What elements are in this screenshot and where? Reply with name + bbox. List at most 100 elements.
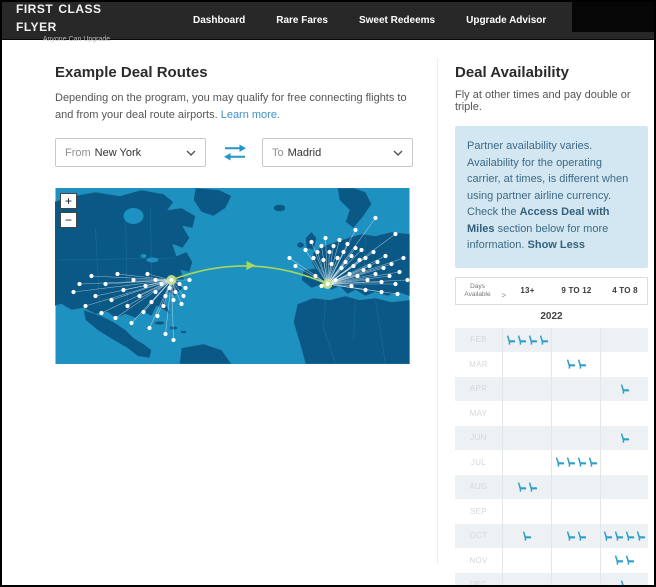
airport-dot <box>303 247 308 253</box>
logo[interactable]: First Class Flyer Anyone Can Upgrade <box>16 2 137 43</box>
airport-dot <box>309 239 314 245</box>
seat-icon <box>539 335 548 345</box>
availability-cell <box>502 425 551 450</box>
airport-dot <box>349 283 354 289</box>
show-less-toggle[interactable]: Show Less <box>528 239 585 251</box>
airport-dot <box>335 255 340 261</box>
header-arrow: > <box>501 291 506 300</box>
swap-route-button[interactable] <box>223 144 247 162</box>
availability-cell <box>600 572 648 585</box>
route-selects-row: From New York To Madrid <box>55 138 413 167</box>
seat-icon <box>625 555 635 565</box>
airport-dot <box>397 269 402 275</box>
table-row-apr: APR <box>455 376 648 401</box>
availability-cell <box>551 327 600 352</box>
top-navigation-bar: First Class Flyer Anyone Can Upgrade Das… <box>2 2 654 43</box>
to-airport-select[interactable]: To Madrid <box>262 138 413 167</box>
airport-dot <box>347 271 352 277</box>
seat-icon <box>577 359 586 369</box>
nav-item-rare-fares[interactable]: Rare Fares <box>276 15 328 26</box>
nav-item-upgrade-advisor[interactable]: Upgrade Advisor <box>466 15 546 26</box>
column-header-9to12: 9 TO 12 <box>561 286 592 295</box>
airport-dot <box>293 263 298 269</box>
availability-title: Deal Availability <box>455 64 569 81</box>
airport-dot <box>161 303 166 309</box>
airport-dot <box>131 277 136 283</box>
airport-dot <box>351 263 356 269</box>
airport-dot <box>371 249 376 255</box>
airport-dot <box>315 249 320 255</box>
airport-dot <box>115 271 120 277</box>
airport-dot <box>331 243 336 249</box>
table-row-jul: JUL <box>455 450 648 475</box>
table-row-jun: JUN <box>455 425 648 450</box>
seat-icon <box>577 531 586 541</box>
airport-dot <box>103 281 108 287</box>
month-label: DEC <box>469 580 488 587</box>
airport-dot <box>343 259 348 265</box>
airport-dot <box>163 331 168 337</box>
airport-dot <box>121 287 126 293</box>
airport-dot <box>153 277 158 283</box>
airport-dot <box>359 247 364 253</box>
availability-table: Days Available > 13+ 9 TO 12 4 TO 8 2022… <box>455 276 648 587</box>
seat-icon <box>522 531 532 541</box>
airport-dot <box>401 255 406 261</box>
month-label: OCT <box>469 531 488 541</box>
deal-routes-title: Example Deal Routes <box>55 64 208 81</box>
airport-dot <box>83 303 88 309</box>
airport-dot <box>89 273 94 279</box>
seat-icon <box>614 555 624 565</box>
availability-cell <box>551 352 600 377</box>
availability-cell <box>551 523 600 548</box>
days-available-header: Days Available > <box>464 283 506 300</box>
airport-dot <box>167 285 172 291</box>
nav-item-dashboard[interactable]: Dashboard <box>193 15 245 26</box>
chevron-down-icon <box>186 150 196 156</box>
airport-dot <box>143 283 148 289</box>
month-label: APR <box>469 384 488 394</box>
availability-cell <box>502 474 551 499</box>
table-row-feb: FEB <box>455 327 648 352</box>
header-right-box <box>572 2 654 32</box>
month-label: FEB <box>470 335 487 345</box>
availability-cell <box>502 523 551 548</box>
airport-dot <box>379 279 384 285</box>
airport-dot <box>363 255 368 261</box>
airport-dot <box>361 267 366 273</box>
nav-item-sweet-redeems[interactable]: Sweet Redeems <box>359 15 435 26</box>
availability-cell <box>600 327 648 352</box>
airport-dot <box>169 277 174 283</box>
airport-dot <box>149 299 154 305</box>
from-airport-select[interactable]: From New York <box>55 138 206 167</box>
map-zoom-out-button[interactable]: − <box>60 212 77 228</box>
deal-routes-description: Depending on the program, you may qualif… <box>55 90 407 124</box>
availability-cell <box>502 352 551 377</box>
month-label: NOV <box>469 555 488 565</box>
airport-dot <box>319 283 324 289</box>
table-row-may: MAY <box>455 401 648 426</box>
airport-dot <box>395 291 400 297</box>
airport-dot <box>113 315 118 321</box>
airport-dot <box>321 257 326 263</box>
availability-cell <box>600 425 648 450</box>
availability-cell <box>551 499 600 524</box>
learn-more-link[interactable]: Learn more. <box>221 109 280 121</box>
to-label: To <box>272 146 284 159</box>
seat-icon <box>517 482 526 492</box>
airport-dot <box>179 301 184 307</box>
route-map[interactable]: + − <box>55 188 410 364</box>
map-zoom-in-button[interactable]: + <box>60 193 77 209</box>
availability-cell <box>551 376 600 401</box>
logo-tagline: Anyone Can Upgrade <box>42 35 111 43</box>
airport-dot <box>353 245 358 251</box>
seat-icon <box>528 482 537 492</box>
seat-icon <box>555 457 564 467</box>
airport-dot <box>147 325 152 331</box>
table-row-aug: AUG <box>455 474 648 499</box>
airport-dot <box>137 293 142 299</box>
airport-dot <box>187 277 192 283</box>
availability-cell <box>600 523 648 548</box>
airport-dot <box>177 281 182 287</box>
airport-dot <box>387 273 392 279</box>
